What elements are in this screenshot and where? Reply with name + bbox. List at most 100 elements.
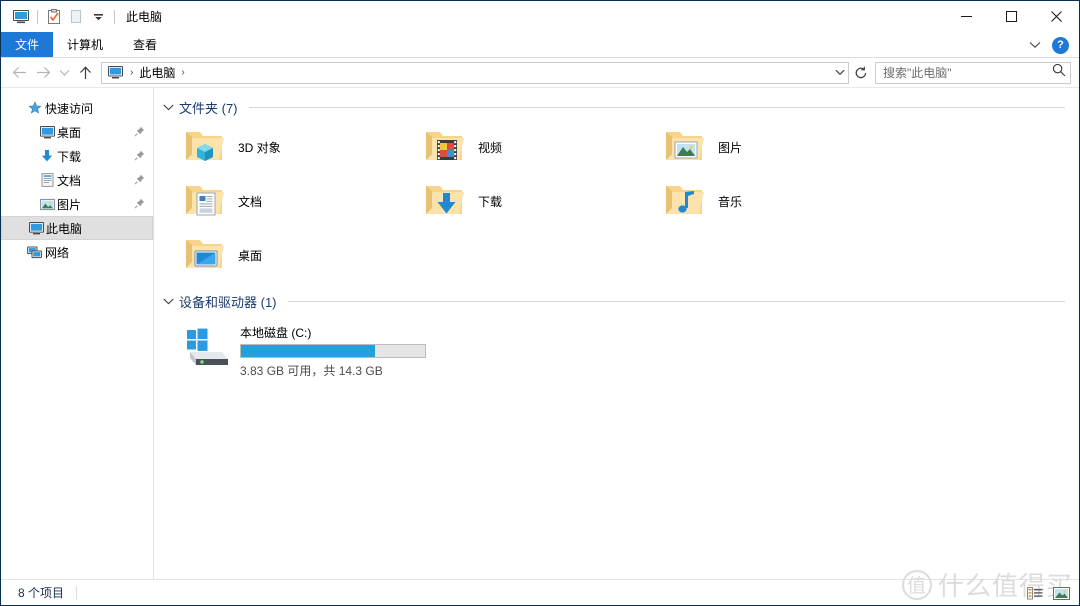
tab-file-label: 文件 [15,38,40,52]
folder-label: 音乐 [718,194,743,209]
folder-videos-icon [422,124,468,170]
refresh-button[interactable] [851,62,871,84]
status-separator [76,585,78,600]
sidebar-item-desktop[interactable]: 桌面 [1,120,153,144]
folder-label: 下载 [478,194,503,209]
window-title: 此电脑 [126,10,163,24]
sidebar-item-downloads[interactable]: 下载 [1,144,153,168]
this-pc-icon[interactable] [107,65,124,81]
pictures-icon [37,198,57,211]
sidebar-item-pictures[interactable]: 图片 [1,192,153,216]
navigation-pane: 快速访问 桌面 下载 文档 图片 此电脑 网络 [1,88,154,579]
folder-item-videos[interactable]: 视频 [418,120,658,174]
drive-capacity-bar [240,344,426,358]
item-count-label: 8 个项目 [18,586,65,600]
details-view-button[interactable] [1025,583,1045,603]
tab-view[interactable]: 查看 [117,32,173,57]
sidebar-item-network[interactable]: 网络 [1,240,153,264]
sidebar-item-documents[interactable]: 文档 [1,168,153,192]
sidebar-item-label: 桌面 [57,125,82,140]
toolbar-separator [37,9,38,24]
chevron-down-icon[interactable] [1026,36,1044,54]
this-pc-icon[interactable] [10,6,32,28]
tab-view-label: 查看 [133,38,158,52]
folder-documents-icon [182,178,228,224]
sidebar-item-label: 快速访问 [45,101,94,116]
window-controls [944,1,1079,32]
desktop-icon [37,125,57,139]
chevron-down-icon[interactable] [162,104,174,111]
windows-drive-icon [182,324,232,372]
large-icons-view-button[interactable] [1051,583,1071,603]
folder-music-icon [662,178,708,224]
folder-item-3d-objects[interactable]: 3D 对象 [178,120,418,174]
drive-info: 本地磁盘 (C:) 3.83 GB 可用，共 14.3 GB [240,318,426,379]
tab-computer[interactable]: 计算机 [53,32,117,57]
close-button[interactable] [1034,1,1079,32]
chevron-down-icon[interactable] [162,298,174,305]
properties-icon[interactable] [43,6,65,28]
pin-icon[interactable] [134,126,145,140]
group-header-folders[interactable]: 文件夹 (7) [154,96,1079,118]
status-bar: 8 个项目 值 什么值得买 [1,569,1079,605]
tab-computer-label: 计算机 [67,38,104,52]
group-header-devices[interactable]: 设备和驱动器 (1) [154,290,1079,312]
folder-desktop-icon [182,232,228,278]
ribbon-tab-bar: 文件 计算机 查看 ? [1,32,1079,58]
file-explorer-window: 此电脑 文件 计算机 查看 ? › 此电脑 › 搜索"此电脑" 快速访问 桌面 … [0,0,1080,606]
forward-button[interactable] [31,61,55,85]
group-divider [248,106,1065,108]
search-input[interactable]: 搜索"此电脑" [883,64,1052,81]
address-bar[interactable]: › 此电脑 › [101,61,849,84]
drive-capacity-text: 3.83 GB 可用，共 14.3 GB [240,364,383,378]
toolbar-separator-2 [114,9,115,24]
maximize-button[interactable] [989,1,1034,32]
folder-label: 3D 对象 [238,140,281,155]
address-dropdown-icon[interactable] [831,63,848,83]
customize-chevron-icon[interactable] [87,6,109,28]
group-title: 设备和驱动器 (1) [179,294,277,310]
ribbon-right-controls: ? [1026,32,1075,58]
drive-name: 本地磁盘 (C:) [240,326,312,340]
sidebar-item-label: 文档 [57,173,82,188]
explorer-body: 快速访问 桌面 下载 文档 图片 此电脑 网络 文件夹 (7) 3D 对象 视频… [1,88,1079,579]
minimize-button[interactable] [944,1,989,32]
pin-icon[interactable] [134,174,145,188]
drive-item-local-disk-c[interactable]: 本地磁盘 (C:) 3.83 GB 可用，共 14.3 GB [178,316,438,381]
group-title: 文件夹 (7) [179,100,238,116]
search-box[interactable]: 搜索"此电脑" [875,61,1071,84]
recent-locations-button[interactable] [55,61,73,85]
quick-access-toolbar: 此电脑 [1,6,162,28]
sidebar-item-quick-access[interactable]: 快速访问 [1,96,153,120]
title-bar: 此电脑 [1,1,1079,32]
breadcrumb-separator-1[interactable]: › [126,67,137,78]
folder-item-pictures[interactable]: 图片 [658,120,898,174]
this-pc-icon [26,221,46,235]
documents-icon [37,173,57,187]
new-folder-icon[interactable] [65,6,87,28]
tab-file[interactable]: 文件 [1,32,54,57]
folder-item-documents[interactable]: 文档 [178,174,418,228]
address-bar-row: › 此电脑 › 搜索"此电脑" [1,58,1079,88]
folder-label: 视频 [478,140,503,155]
pin-icon[interactable] [134,198,145,212]
sidebar-item-label: 下载 [57,149,82,164]
breadcrumb-separator-2[interactable]: › [177,67,188,78]
folder-item-downloads[interactable]: 下载 [418,174,658,228]
folder-tiles: 3D 对象 视频 图片 文档 下载 音乐 桌面 [154,120,1079,282]
search-icon[interactable] [1052,63,1066,82]
breadcrumb-item-this-pc[interactable]: 此电脑 [139,64,175,81]
folder-label: 桌面 [238,248,263,263]
star-pin-icon [25,101,45,115]
folder-3d-objects-icon [182,124,228,170]
pin-icon[interactable] [134,150,145,164]
drive-list: 本地磁盘 (C:) 3.83 GB 可用，共 14.3 GB [154,314,1079,381]
folder-downloads-icon [422,178,468,224]
folder-item-music[interactable]: 音乐 [658,174,898,228]
sidebar-item-this-pc[interactable]: 此电脑 [1,216,153,240]
help-button[interactable]: ? [1052,36,1069,54]
folder-item-desktop[interactable]: 桌面 [178,228,418,282]
network-icon [25,246,45,259]
back-button[interactable] [7,61,31,85]
up-button[interactable] [73,61,97,85]
